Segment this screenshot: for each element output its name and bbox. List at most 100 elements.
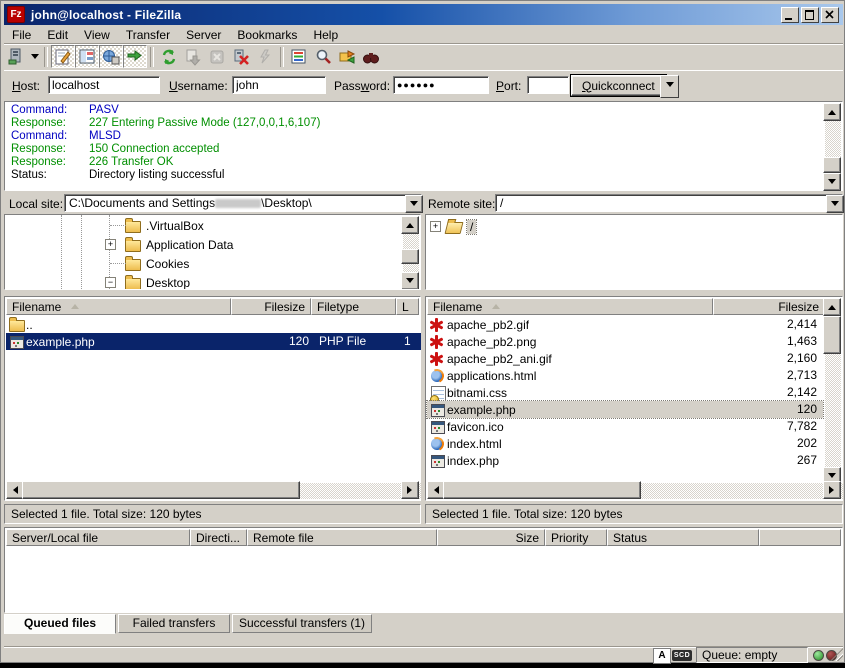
tree-item-root[interactable]: + / (430, 217, 476, 236)
port-input[interactable] (527, 76, 569, 94)
file-row[interactable]: apache_pb2.gif 2,414 (427, 316, 823, 333)
menu-file[interactable]: File (4, 27, 39, 43)
hscrollbar-thumb[interactable] (443, 481, 641, 499)
directory-listing-filters-button[interactable] (287, 45, 311, 68)
cancel-operation-button[interactable] (205, 45, 229, 68)
local-file-list: Filename Filesize Filetype L .. example.… (4, 296, 421, 501)
process-queue-button[interactable] (181, 45, 205, 68)
tab-successful-transfers[interactable]: Successful transfers (1) (232, 614, 372, 633)
password-input[interactable] (393, 76, 489, 94)
close-button[interactable] (821, 7, 839, 23)
remote-tree: + / (425, 214, 843, 290)
site-manager-dropdown-button[interactable] (28, 45, 41, 68)
file-row-updir[interactable]: .. (6, 316, 421, 333)
local-site-row: Local site: C:\Documents and Settings\De… (4, 194, 421, 214)
minimize-button[interactable] (781, 7, 799, 23)
tree-scroll-down-button[interactable] (401, 272, 419, 290)
synchronized-browsing-button[interactable] (359, 45, 383, 68)
php-file-icon (9, 334, 26, 350)
log-scrollbar-thumb[interactable] (823, 157, 841, 173)
tree-scrollbar-thumb[interactable] (401, 249, 419, 264)
minimize-icon (785, 18, 792, 20)
toolbar-separator (150, 47, 154, 67)
quickconnect-button[interactable]: Quickconnect (571, 75, 666, 96)
reconnect-button[interactable] (253, 45, 277, 68)
column-header-lastmodified[interactable]: L (396, 298, 419, 315)
scd-indicator-icon[interactable]: SCD (672, 650, 692, 661)
column-header-blank[interactable] (759, 529, 841, 546)
column-header-filename[interactable]: Filename (427, 298, 713, 315)
expand-plus-icon[interactable]: + (430, 221, 441, 232)
toggle-message-log-button[interactable] (51, 45, 75, 68)
toggle-remote-tree-button[interactable] (99, 45, 123, 68)
disconnect-button[interactable] (229, 45, 253, 68)
queue-tabs: Queued files Failed transfers Successful… (4, 614, 843, 634)
tree-item-virtualbox[interactable]: .VirtualBox (125, 216, 204, 235)
quickconnect-dropdown-button[interactable] (660, 75, 679, 98)
datatype-ascii-icon[interactable]: A (653, 648, 671, 664)
scroll-right-button[interactable] (401, 481, 419, 499)
vscrollbar-thumb[interactable] (823, 316, 841, 354)
tree-scroll-up-button[interactable] (401, 216, 419, 234)
toggle-local-tree-button[interactable] (75, 45, 99, 68)
sort-ascending-icon (71, 304, 79, 309)
log-scroll-down-button[interactable] (823, 173, 841, 191)
scroll-right-button[interactable] (823, 481, 841, 499)
titlebar[interactable]: Fz john@localhost - FileZilla (4, 4, 843, 25)
file-row[interactable]: apache_pb2_ani.gif 2,160 (427, 350, 823, 367)
remote-site-dropdown-button[interactable] (826, 195, 844, 213)
expand-minus-icon[interactable]: − (105, 277, 116, 288)
remote-site-combobox[interactable]: / (495, 194, 843, 212)
process-queue-icon (184, 48, 202, 66)
file-row[interactable]: index.html 202 (427, 435, 823, 452)
tab-queued-files[interactable]: Queued files (4, 614, 116, 634)
tree-item-desktop[interactable]: Desktop (125, 273, 190, 290)
expand-plus-icon[interactable]: + (105, 239, 116, 250)
menu-bookmarks[interactable]: Bookmarks (229, 27, 305, 43)
column-header-filetype[interactable]: Filetype (311, 298, 396, 315)
apache-feather-icon (430, 351, 447, 367)
file-row-selected[interactable]: example.php 120 PHP File 1 (6, 333, 421, 350)
menu-help[interactable]: Help (305, 27, 346, 43)
file-row[interactable]: applications.html 2,713 (427, 367, 823, 384)
column-header-priority[interactable]: Priority (545, 529, 607, 546)
menu-server[interactable]: Server (178, 27, 229, 43)
column-header-filesize[interactable]: Filesize (231, 298, 311, 315)
file-row-selected[interactable]: example.php 120 (427, 401, 823, 418)
remote-site-row: Remote site: / (425, 194, 843, 214)
folder-open-icon (446, 219, 463, 235)
scroll-up-button[interactable] (823, 298, 841, 316)
username-input[interactable] (232, 76, 326, 94)
tree-item-application-data[interactable]: Application Data (125, 235, 233, 254)
column-header-size[interactable]: Size (437, 529, 545, 546)
hscrollbar-thumb[interactable] (22, 481, 300, 499)
maximize-button[interactable] (801, 7, 819, 23)
tree-item-cookies[interactable]: Cookies (125, 254, 189, 273)
site-manager-button[interactable] (4, 45, 28, 68)
menu-edit[interactable]: Edit (39, 27, 76, 43)
menu-view[interactable]: View (76, 27, 118, 43)
password-label: Password: (334, 79, 390, 93)
column-header-status[interactable]: Status (607, 529, 759, 546)
column-header-server-local-file[interactable]: Server/Local file (6, 529, 190, 546)
refresh-button[interactable] (157, 45, 181, 68)
menu-transfer[interactable]: Transfer (118, 27, 178, 43)
column-header-remote-file[interactable]: Remote file (247, 529, 437, 546)
toggle-transfer-queue-button[interactable] (123, 45, 147, 68)
file-row[interactable]: favicon.ico 7,782 (427, 418, 823, 435)
file-search-button[interactable] (311, 45, 335, 68)
column-header-direction[interactable]: Directi... (190, 529, 247, 546)
directory-comparison-button[interactable] (335, 45, 359, 68)
tree-connector (110, 263, 126, 264)
tab-failed-transfers[interactable]: Failed transfers (118, 614, 230, 633)
file-row[interactable]: index.php 267 (427, 452, 823, 469)
file-row[interactable]: apache_pb2.png 1,463 (427, 333, 823, 350)
column-header-filename[interactable]: Filename (6, 298, 231, 315)
log-scroll-up-button[interactable] (823, 103, 841, 121)
local-site-combobox[interactable]: C:\Documents and Settings\Desktop\ (64, 194, 422, 212)
file-row[interactable]: bitnami.css 2,142 (427, 384, 823, 401)
host-input[interactable] (48, 76, 160, 94)
local-site-dropdown-button[interactable] (405, 195, 423, 213)
log-line: Response:226 Transfer OK (11, 156, 173, 169)
column-header-filesize[interactable]: Filesize (713, 298, 825, 315)
